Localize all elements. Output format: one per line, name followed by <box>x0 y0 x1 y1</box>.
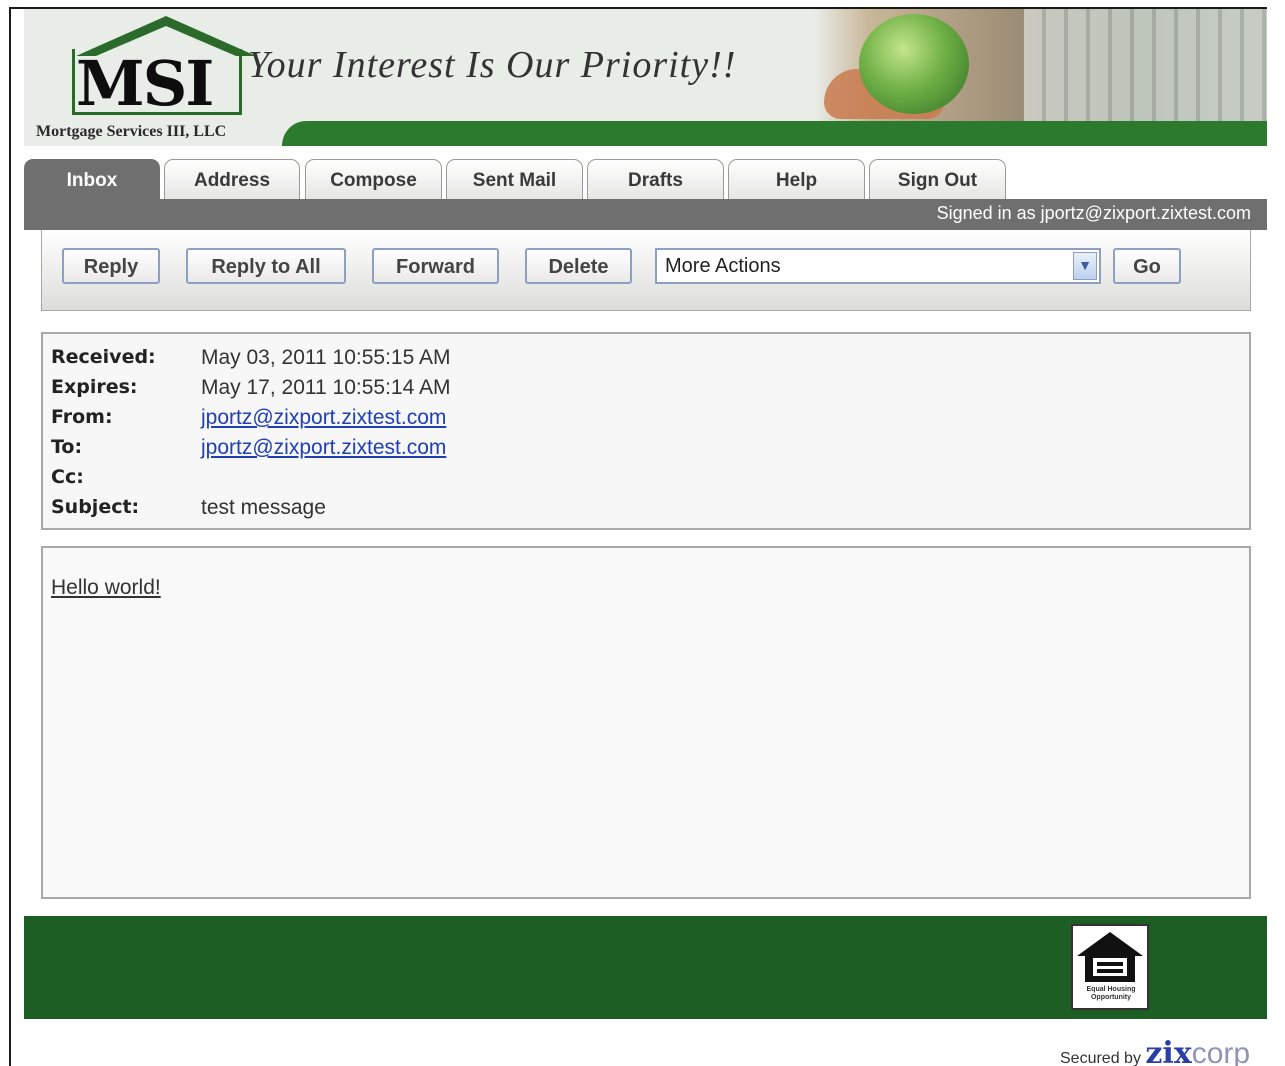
from-label: From: <box>51 406 113 428</box>
tab-compose[interactable]: Compose <box>305 159 442 199</box>
to-label: To: <box>51 436 83 458</box>
message-body: Hello world! <box>41 546 1251 899</box>
forward-button[interactable]: Forward <box>372 248 499 284</box>
chevron-down-icon[interactable]: ▼ <box>1073 252 1097 280</box>
equal-housing-text: Equal Housing Opportunity <box>1086 986 1136 1001</box>
from-link[interactable]: jportz@zixport.zixtest.com <box>201 406 446 430</box>
tab-inbox[interactable]: Inbox <box>24 159 160 201</box>
tab-bar: Signed in as jportz@zixport.zixtest.com <box>24 199 1267 230</box>
tab-address[interactable]: Address <box>164 159 300 199</box>
expires-label: Expires: <box>51 376 138 398</box>
tab-drafts[interactable]: Drafts <box>587 159 724 199</box>
subject-label: Subject: <box>51 496 140 518</box>
company-name: Mortgage Services III, LLC <box>36 123 227 140</box>
banner-house-image <box>1024 9 1267 121</box>
secured-by-label: Secured by <box>1060 1050 1141 1066</box>
tab-sent-mail[interactable]: Sent Mail <box>446 159 583 199</box>
more-actions-select[interactable]: More Actions ▼ <box>655 248 1101 284</box>
go-button[interactable]: Go <box>1113 248 1181 284</box>
company-logo: MSI <box>76 47 214 120</box>
header-banner: MSI Your Interest Is Our Priority!! Mort… <box>24 9 1267 146</box>
message-body-text: Hello world! <box>51 576 161 599</box>
message-toolbar: Reply Reply to All Forward Delete More A… <box>41 230 1251 311</box>
equal-housing-icon <box>1077 932 1143 982</box>
reply-all-button[interactable]: Reply to All <box>186 248 346 284</box>
message-headers: Received: May 03, 2011 10:55:15 AM Expir… <box>41 332 1251 530</box>
equal-housing-logo: Equal Housing Opportunity <box>1071 924 1149 1010</box>
received-label: Received: <box>51 346 156 368</box>
delete-button[interactable]: Delete <box>525 248 632 284</box>
tab-help[interactable]: Help <box>728 159 865 199</box>
secured-by-zixcorp: Secured by zixcorp <box>1060 1036 1250 1066</box>
received-value: May 03, 2011 10:55:15 AM <box>201 346 451 369</box>
window-frame-left <box>9 7 11 1066</box>
banner-green-stripe <box>282 121 1267 146</box>
tab-sign-out[interactable]: Sign Out <box>869 159 1006 199</box>
signed-in-text: Signed in as jportz@zixport.zixtest.com <box>936 203 1251 223</box>
zix-logo-text: zix <box>1145 1036 1192 1066</box>
banner-globe-image <box>859 14 969 114</box>
reply-button[interactable]: Reply <box>62 248 160 284</box>
subject-value: test message <box>201 496 326 519</box>
cc-label: Cc: <box>51 466 84 488</box>
expires-value: May 17, 2011 10:55:14 AM <box>201 376 451 399</box>
banner-tagline: Your Interest Is Our Priority!! <box>248 44 737 86</box>
corp-logo-text: corp <box>1191 1037 1251 1066</box>
more-actions-value: More Actions <box>665 255 781 277</box>
to-link[interactable]: jportz@zixport.zixtest.com <box>201 436 446 460</box>
footer-bar: Equal Housing Opportunity <box>24 916 1267 1019</box>
